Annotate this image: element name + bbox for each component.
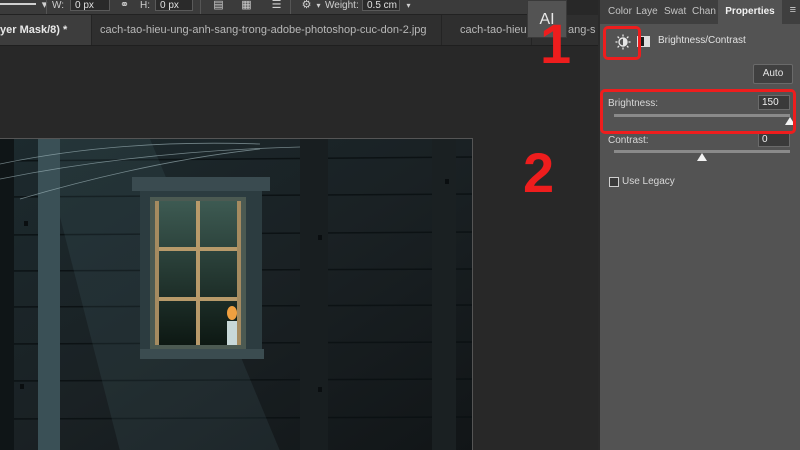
- width-label: W:: [52, 0, 65, 11]
- align-icon[interactable]: ▤: [212, 0, 225, 12]
- annotation-step-1: 1: [540, 12, 572, 75]
- tab-properties[interactable]: Properties: [718, 0, 782, 24]
- stack-icon[interactable]: ☰: [270, 0, 283, 12]
- width-field[interactable]: 0 px: [70, 0, 110, 11]
- panel-menu-icon[interactable]: ≡: [790, 4, 796, 16]
- use-legacy-checkbox[interactable]: [609, 177, 619, 187]
- tab-color[interactable]: Color: [608, 0, 632, 24]
- weight-field[interactable]: 0.5 cm: [362, 0, 400, 11]
- tab-image-2[interactable]: cach-tao-hieu-ung-anh-sang-trong-adobe-p…: [92, 15, 442, 45]
- stroke-style-preview[interactable]: [0, 3, 36, 5]
- separator: [290, 0, 291, 14]
- chevron-down-icon[interactable]: ▾: [38, 0, 51, 12]
- tab-layer-mask[interactable]: yer Mask/8) *: [0, 15, 92, 45]
- path-arrange-icon[interactable]: ▦: [240, 0, 253, 12]
- use-legacy-label: Use Legacy: [622, 176, 675, 187]
- auto-button[interactable]: Auto: [753, 64, 793, 84]
- weight-label: Weight:: [325, 0, 359, 11]
- tab-image-3[interactable]: cach-tao-hieu-: [452, 15, 532, 45]
- properties-panel: Color Layer Swat Chan Properties ≡ Brigh…: [598, 0, 800, 450]
- chevron-down-icon[interactable]: ▾: [402, 0, 415, 12]
- document-image[interactable]: [0, 138, 473, 450]
- chevron-down-icon[interactable]: ▾: [312, 0, 325, 12]
- wooden-wall-photo: [0, 139, 472, 450]
- highlight-brightness-control: [600, 89, 796, 134]
- separator: [200, 0, 201, 14]
- contrast-slider-thumb[interactable]: [697, 153, 707, 161]
- panel-tabs: Color Layer Swat Chan Properties ≡: [600, 0, 800, 24]
- tab-layers[interactable]: Layer: [636, 0, 658, 24]
- contrast-label: Contrast:: [608, 135, 649, 146]
- tab-channels[interactable]: Chan: [692, 0, 716, 24]
- highlight-adjustment-icon: [603, 26, 641, 60]
- options-bar: ▾ W: 0 px ⚭ H: 0 px ▤ ▦ ☰ ⚙ ▾ Weight: 0.…: [0, 0, 530, 15]
- adjustment-title: Brightness/Contrast: [658, 35, 746, 46]
- link-icon[interactable]: ⚭: [118, 0, 131, 12]
- height-field[interactable]: 0 px: [155, 0, 193, 11]
- annotation-step-2: 2: [523, 141, 555, 204]
- document-tabs: yer Mask/8) * cach-tao-hieu-ung-anh-sang…: [0, 15, 598, 46]
- contrast-value-field[interactable]: 0: [758, 132, 790, 147]
- tab-swatches[interactable]: Swat: [664, 0, 688, 24]
- separator: [46, 0, 47, 14]
- height-label: H:: [140, 0, 150, 11]
